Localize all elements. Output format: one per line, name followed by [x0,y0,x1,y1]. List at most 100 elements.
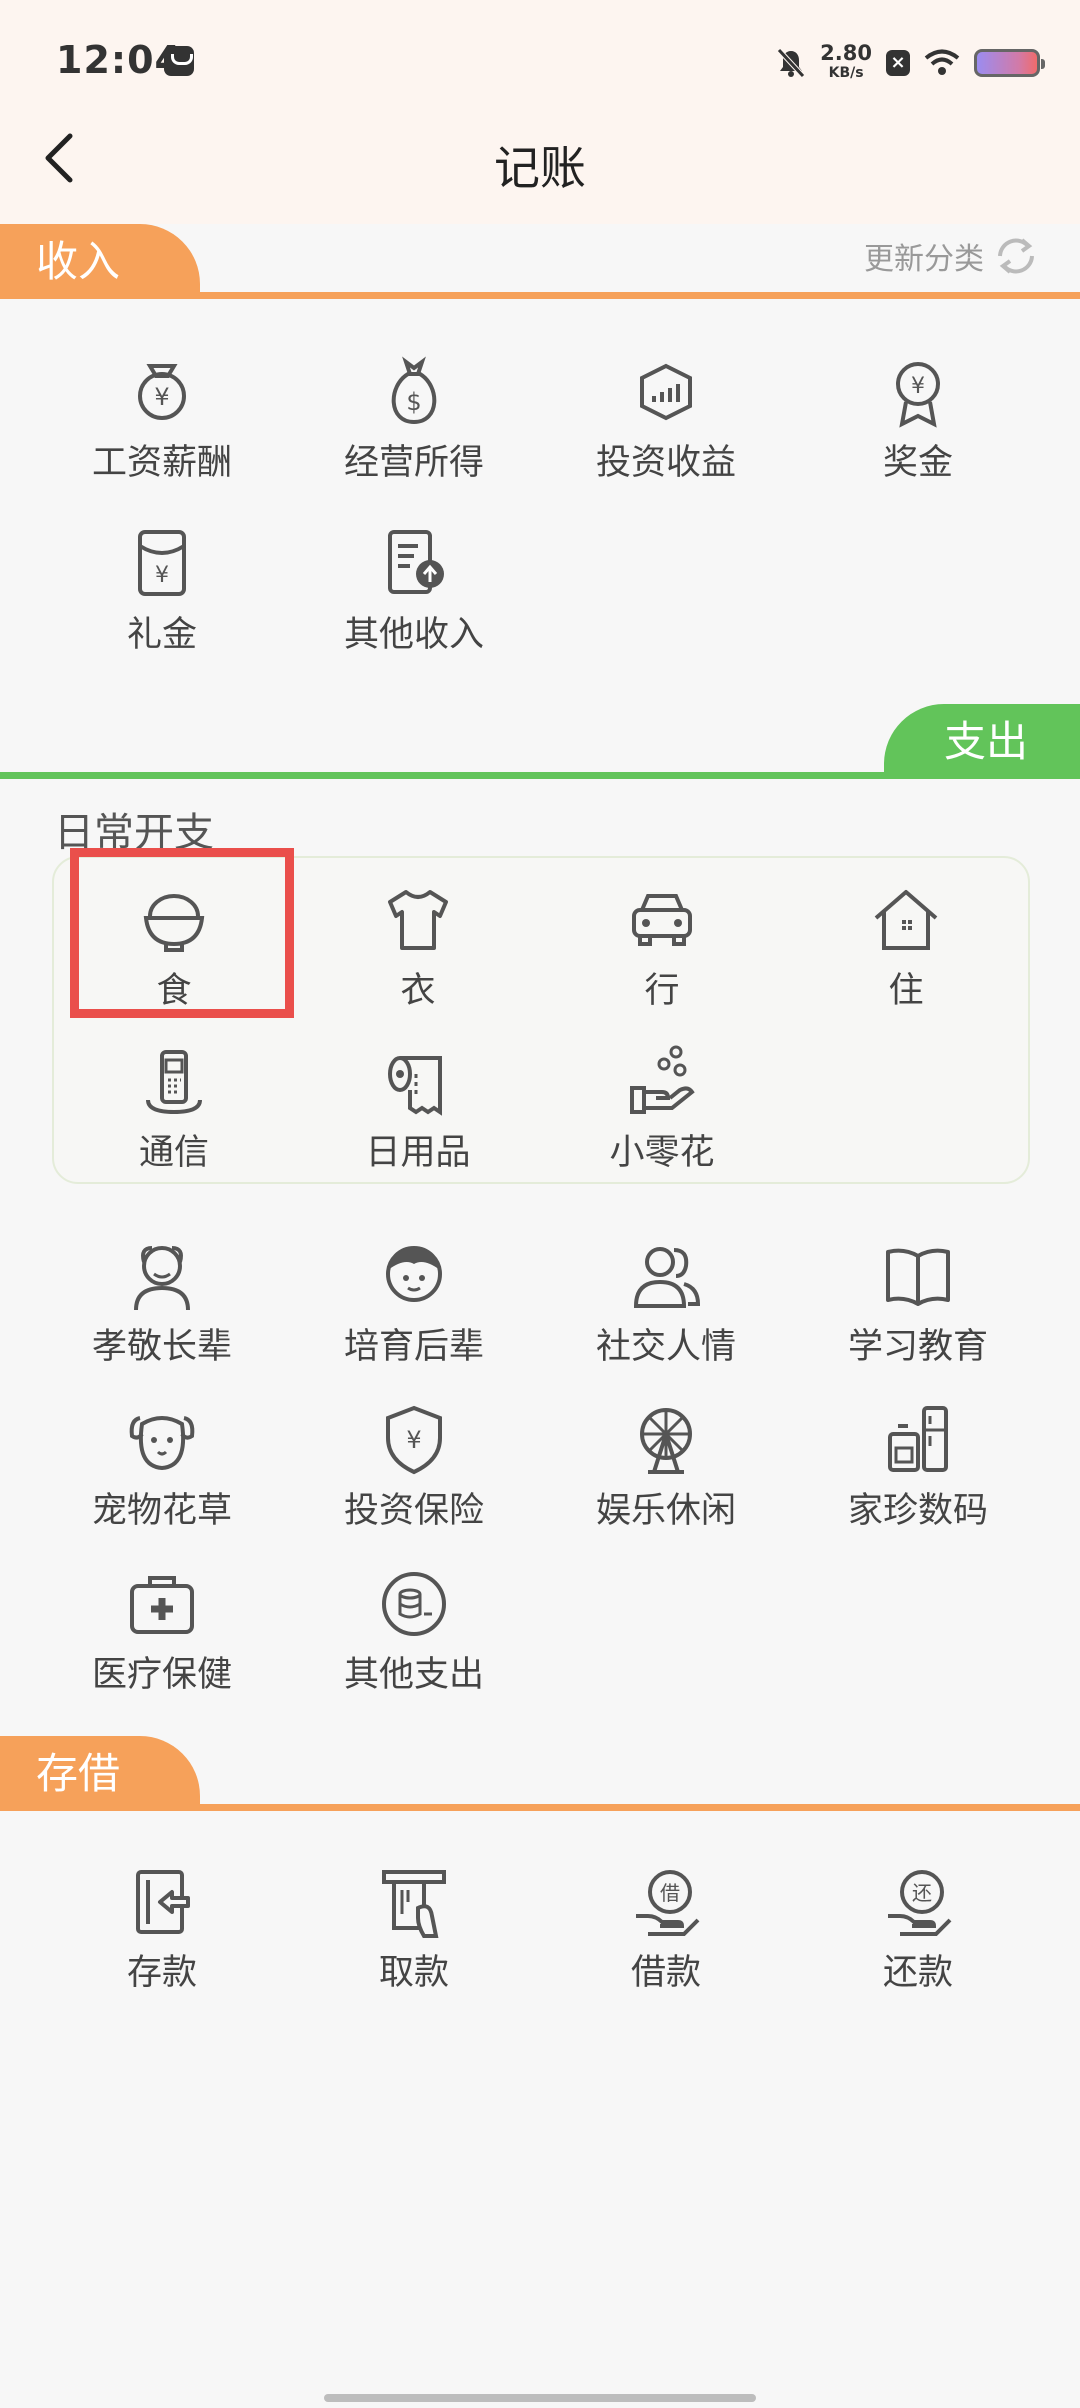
category-label: 经营所得 [343,443,484,483]
home-indicator[interactable] [324,2394,756,2402]
income-divider [0,292,1080,299]
category-borrow[interactable]: 借 借款 [556,1862,776,1995]
category-label: 通信 [138,1133,209,1173]
category-label: 奖金 [882,443,953,483]
category-business-income[interactable]: $ 经营所得 [304,352,524,485]
withdraw-atm-icon [382,1870,446,1938]
child-icon [386,1246,442,1302]
category-social[interactable]: 社交人情 [556,1236,776,1369]
net-speed-unit: KB/s [828,65,864,81]
category-home-digital[interactable]: 家珍数码 [808,1400,1028,1533]
car-icon [632,894,692,946]
borrow-icon: 借 [636,1870,700,1936]
category-bonus[interactable]: ¥ 奖金 [808,352,1028,485]
category-label: 礼金 [126,615,197,655]
category-label: 娱乐休闲 [595,1491,736,1531]
svg-text:¥: ¥ [406,1426,421,1454]
category-insurance[interactable]: ¥ 投资保险 [304,1400,524,1533]
category-label: 家珍数码 [847,1491,988,1531]
shield-yuan-icon: ¥ [386,1405,442,1475]
refresh-categories-button[interactable]: 更新分类 [864,232,1040,280]
investment-chart-icon [640,363,692,421]
category-elder-support[interactable]: 孝敬长辈 [52,1236,272,1369]
page-title: 记账 [494,141,586,195]
tshirt-icon [388,890,448,950]
deposit-icon [136,1870,190,1934]
category-gift-money[interactable]: ¥ 礼金 [52,524,272,657]
appliance-icon [888,1406,948,1472]
open-book-icon [886,1248,950,1306]
svg-text:$: $ [406,388,421,416]
category-label: 衣 [400,971,436,1011]
category-housing[interactable]: 住 [796,880,1016,1013]
category-repay[interactable]: 还 还款 [808,1862,1028,1995]
category-label: 其他支出 [343,1655,484,1695]
category-label: 其他收入 [343,615,484,655]
category-other-expense[interactable]: 其他支出 [304,1564,524,1697]
category-child-raising[interactable]: 培育后辈 [304,1236,524,1369]
category-transport[interactable]: 行 [552,880,772,1013]
category-entertainment[interactable]: 娱乐休闲 [556,1400,776,1533]
category-deposit[interactable]: 存款 [52,1862,272,1995]
savings-divider [0,1804,1080,1811]
category-label: 还款 [882,1953,953,1993]
house-icon [874,890,938,950]
refresh-label: 更新分类 [864,242,984,277]
mute-bell-icon [777,48,806,78]
category-education[interactable]: 学习教育 [808,1236,1028,1369]
toilet-paper-icon [388,1056,442,1116]
savings-tab[interactable]: 存借 [0,1736,200,1810]
repay-icon: 还 [888,1870,952,1936]
category-clothing[interactable]: 衣 [308,880,528,1013]
selection-highlight [70,848,294,1018]
document-upload-icon [388,530,444,594]
category-daily-goods[interactable]: 日用品 [308,1042,528,1175]
hand-coins-icon [630,1045,695,1114]
battery-icon [974,49,1045,77]
coin-stack-icon [382,1572,446,1636]
elder-person-icon [134,1246,190,1311]
expense-divider [0,772,1080,779]
category-other-income[interactable]: 其他收入 [304,524,524,657]
category-pets-plants[interactable]: 宠物花草 [52,1400,272,1533]
category-label: 社交人情 [595,1327,736,1367]
category-label: 培育后辈 [343,1327,484,1367]
wifi-icon [924,49,960,75]
category-label: 宠物花草 [91,1491,232,1531]
category-label: 小零花 [609,1133,715,1173]
category-investment-return[interactable]: 投资收益 [556,352,776,485]
category-label: 行 [644,971,680,1011]
category-label: 投资保险 [343,1491,484,1531]
category-label: 工资薪酬 [91,443,232,483]
category-salary[interactable]: ¥ 工资薪酬 [52,352,272,485]
svg-text:还: 还 [912,1881,932,1905]
category-withdraw[interactable]: 取款 [304,1862,524,1995]
notification-app-icon [164,46,194,76]
expense-tab[interactable]: 支出 [884,704,1080,778]
dollar-bag-icon: $ [391,356,437,425]
data-off-icon: × [886,50,910,76]
category-label: 住 [888,971,924,1011]
phone-icon [146,1050,202,1115]
category-communication[interactable]: 通信 [64,1042,284,1175]
red-envelope-icon: ¥ [138,530,186,596]
medal-yuan-icon: ¥ [896,362,940,428]
ferris-wheel-icon [640,1408,692,1474]
income-tab[interactable]: 收入 [0,224,200,298]
svg-text:借: 借 [660,1881,680,1905]
category-label: 投资收益 [595,443,736,483]
network-speed: 2.80 KB/s [820,43,872,83]
people-icon [633,1247,701,1308]
category-label: 取款 [378,1953,449,1993]
medical-kit-icon [130,1576,194,1634]
net-speed-value: 2.80 [820,41,872,65]
pet-dog-icon [129,1416,195,1471]
category-label: 孝敬长辈 [91,1327,232,1367]
svg-text:¥: ¥ [154,383,169,411]
top-bar: 12:04 2.80 KB/s × 记账 [0,0,1080,224]
category-medical[interactable]: 医疗保健 [52,1564,272,1697]
category-pocket-money[interactable]: 小零花 [552,1042,772,1175]
refresh-icon [998,238,1034,274]
category-label: 借款 [630,1953,701,1993]
status-icons: 2.80 KB/s × [776,38,1045,88]
